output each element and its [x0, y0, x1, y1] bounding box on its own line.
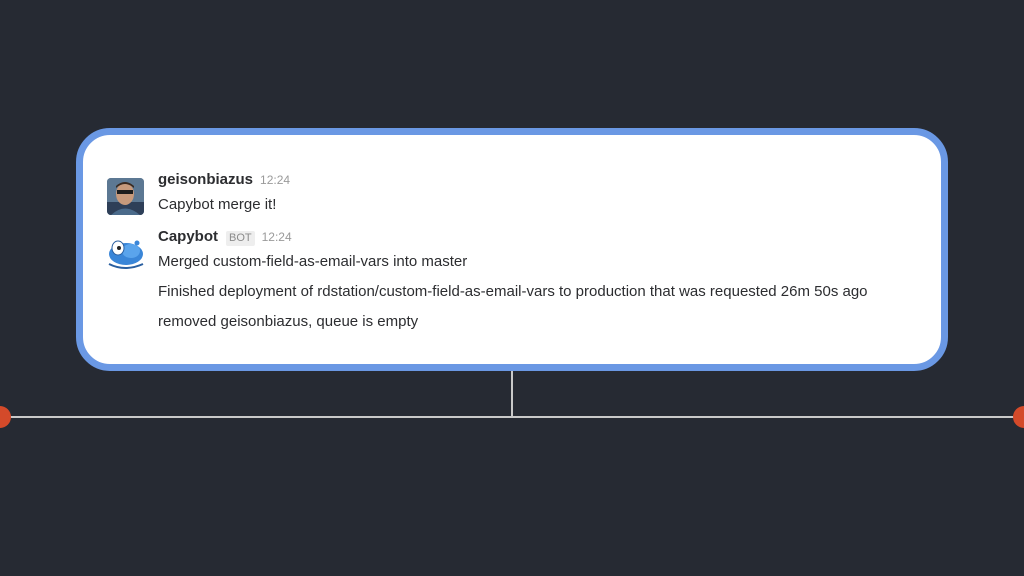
- bot-badge: BOT: [226, 231, 255, 246]
- message-timestamp[interactable]: 12:24: [260, 173, 290, 187]
- message-text: removed geisonbiazus, queue is empty: [158, 313, 419, 330]
- message-timestamp[interactable]: 12:24: [262, 230, 292, 244]
- message-header: geisonbiazus 12:24: [158, 171, 921, 191]
- timeline-dot-right: [1013, 406, 1024, 428]
- timeline-dot-left: [0, 406, 11, 428]
- author-name[interactable]: geisonbiazus: [158, 171, 253, 188]
- message-text: Merged custom-field-as-email-vars into m…: [158, 253, 468, 270]
- chat-card: geisonbiazus 12:24 Capybot merge it! Cap…: [76, 128, 948, 371]
- author-name[interactable]: Capybot: [158, 228, 218, 245]
- message-text: Capybot merge it!: [158, 196, 277, 213]
- timeline-connector: [511, 366, 513, 417]
- user-avatar[interactable]: [107, 178, 144, 215]
- slide-canvas: { "messages": [ { "author": "geisonbiazu…: [0, 0, 1024, 576]
- message-text: Finished deployment of rdstation/custom-…: [158, 283, 868, 300]
- message-bot-content: Capybot BOT 12:24 Merged custom-field-as…: [158, 228, 921, 332]
- bot-avatar[interactable]: [107, 234, 144, 271]
- message-header: Capybot BOT 12:24: [158, 228, 921, 248]
- message-user-content: geisonbiazus 12:24 Capybot merge it!: [158, 171, 921, 215]
